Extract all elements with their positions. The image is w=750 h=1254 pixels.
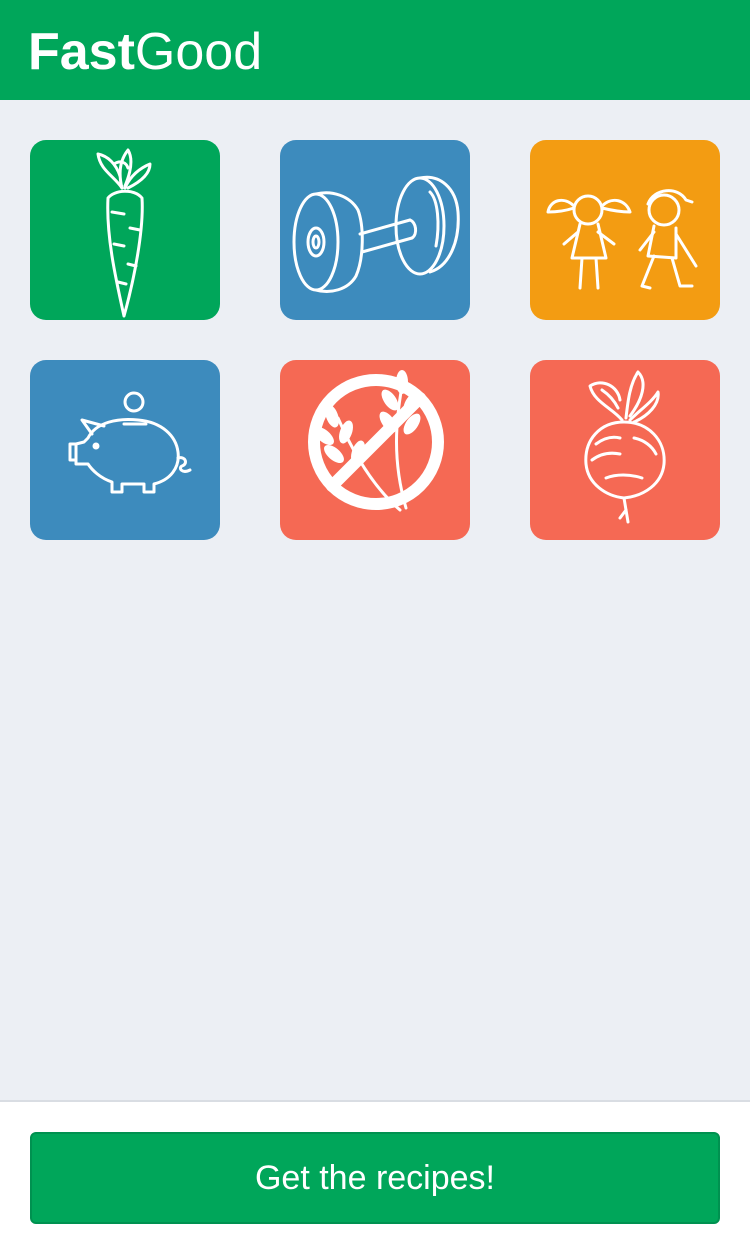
beet-icon <box>584 370 666 524</box>
brand-strong-text: Fast <box>28 23 135 81</box>
category-tile-beet[interactable] <box>530 360 720 540</box>
app-header: FastGood <box>0 0 750 100</box>
gluten-free-icon <box>308 370 444 512</box>
dumbbell-icon <box>292 175 460 293</box>
get-recipes-button[interactable]: Get the recipes! <box>30 1132 720 1224</box>
footer-bar: Get the recipes! <box>0 1100 750 1254</box>
kids-icon <box>546 189 698 290</box>
brand-light-text: Good <box>134 23 263 81</box>
category-tile-kids[interactable] <box>530 140 720 320</box>
piggy-bank-icon <box>68 391 192 494</box>
category-tile-budget[interactable] <box>30 360 220 540</box>
app-logo: FastGood <box>28 22 262 82</box>
category-tile-vegetables[interactable] <box>30 140 220 320</box>
category-tile-gluten-free[interactable] <box>280 360 470 540</box>
carrot-icon <box>96 148 152 318</box>
category-tile-fitness[interactable] <box>280 140 470 320</box>
